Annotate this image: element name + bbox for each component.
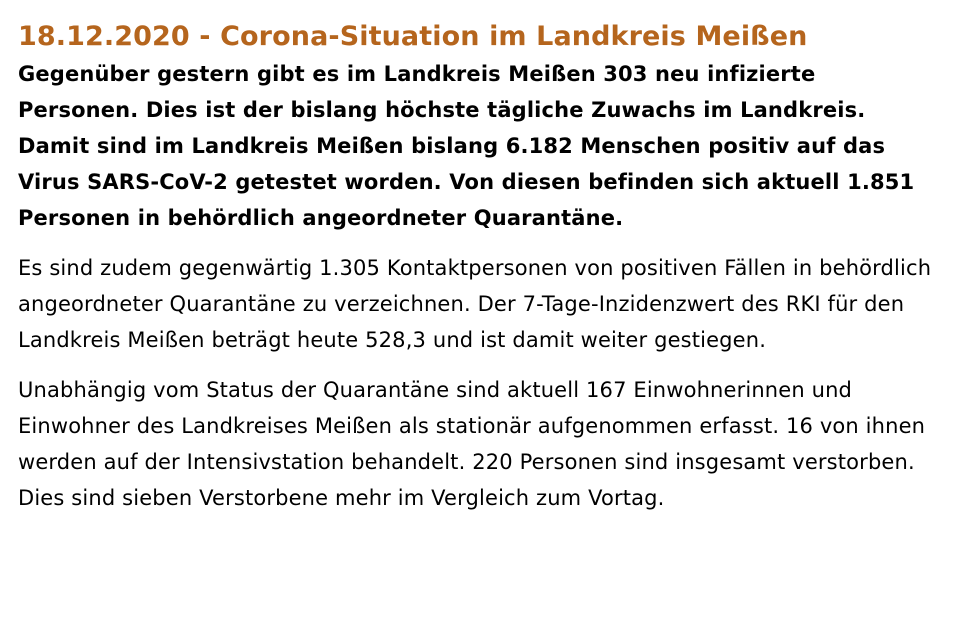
article-paragraph-contacts: Es sind zudem gegenwärtig 1.305 Kontaktp… <box>18 256 932 352</box>
article-lead-paragraph: Gegenüber gestern gibt es im Landkreis M… <box>18 62 915 230</box>
news-article: 18.12.2020 - Corona-Situation im Landkre… <box>0 0 956 516</box>
article-headline: 18.12.2020 - Corona-Situation im Landkre… <box>18 21 808 52</box>
article-paragraph-hospital: Unabhängig vom Status der Quarantäne sin… <box>18 378 926 510</box>
